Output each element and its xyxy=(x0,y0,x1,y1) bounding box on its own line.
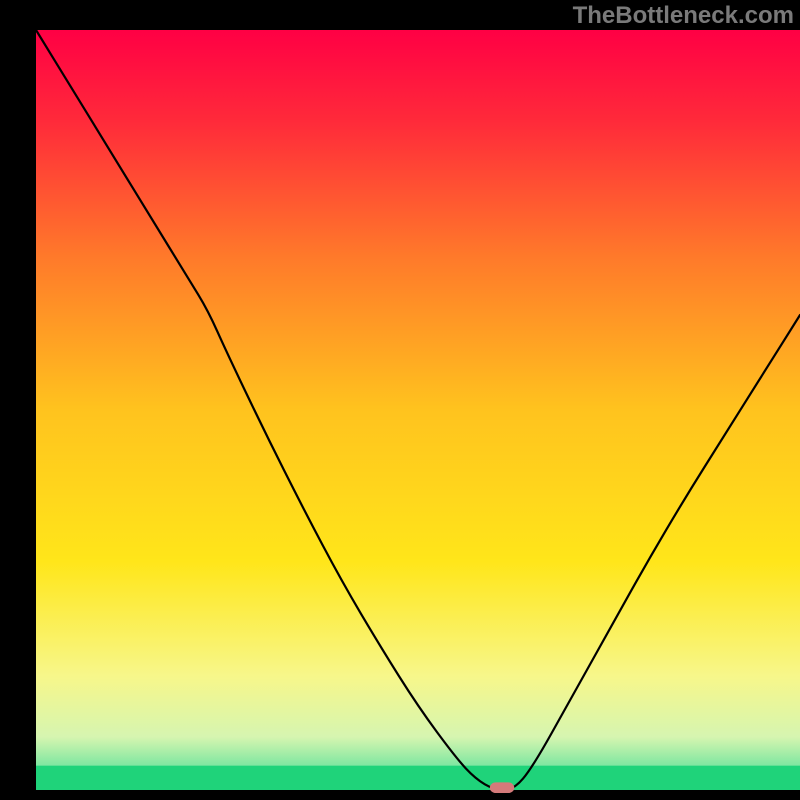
green-band xyxy=(36,766,800,790)
watermark-text: TheBottleneck.com xyxy=(573,2,794,30)
chart-canvas xyxy=(0,0,800,800)
bottleneck-chart: TheBottleneck.com xyxy=(0,0,800,800)
plot-background xyxy=(36,30,800,790)
sweet-spot-marker xyxy=(490,782,514,793)
